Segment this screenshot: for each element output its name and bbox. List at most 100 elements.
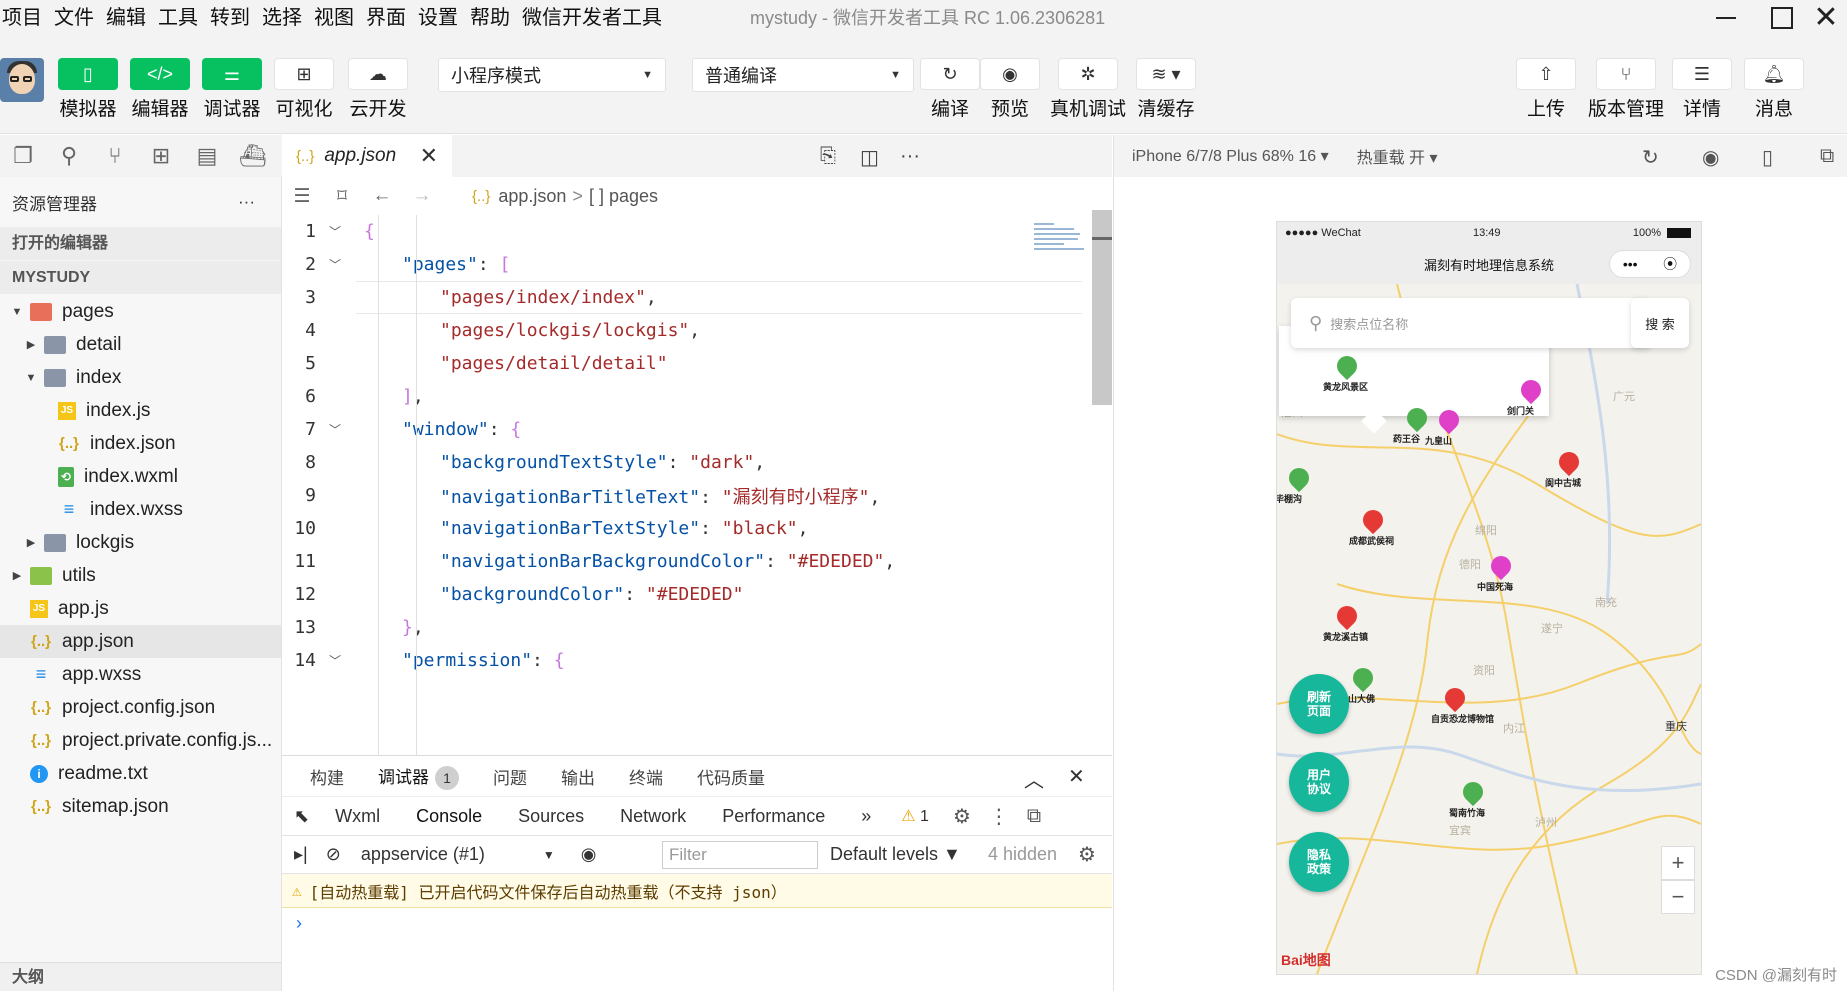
chevron-up-icon[interactable]: ︿ bbox=[1024, 764, 1044, 793]
tree-item[interactable]: {..} index.json bbox=[0, 427, 281, 460]
menu-item[interactable]: 帮助 bbox=[464, 0, 516, 36]
split-editor-icon[interactable]: ◫ bbox=[860, 145, 879, 170]
extensions-icon[interactable]: ⊞ bbox=[138, 143, 184, 169]
panel-tab[interactable]: 代码质量 bbox=[697, 764, 765, 789]
search-button[interactable]: 搜 索 bbox=[1631, 298, 1689, 348]
menu-item[interactable]: 文件 bbox=[48, 0, 100, 36]
project-section[interactable]: MYSTUDY bbox=[0, 261, 281, 294]
open-preview-icon[interactable]: ⎘ bbox=[820, 145, 836, 168]
tree-item[interactable]: ≡ app.wxss bbox=[0, 658, 281, 691]
warning-counter[interactable]: ⚠ 1 bbox=[901, 806, 929, 826]
panel-icon[interactable]: ▤ bbox=[184, 143, 230, 169]
minimize-button[interactable] bbox=[1706, 4, 1746, 32]
breadcrumb-file[interactable]: app.json bbox=[498, 186, 566, 207]
devtools-tab[interactable]: Console bbox=[416, 806, 482, 827]
menu-item[interactable]: 设置 bbox=[412, 0, 464, 36]
details-button[interactable]: ☰ 详情 bbox=[1672, 58, 1732, 121]
popout-icon[interactable]: ⧉ bbox=[1820, 145, 1834, 168]
compile-mode-select[interactable]: 普通编译 ▼ bbox=[692, 58, 914, 92]
devtools-settings-icon[interactable]: ⚙ bbox=[953, 804, 971, 829]
more-dots-icon[interactable]: ••• bbox=[1623, 256, 1638, 272]
bookmark-icon[interactable]: ⌑ bbox=[322, 185, 362, 208]
list-icon[interactable]: ☰ bbox=[282, 185, 322, 208]
panel-tab[interactable]: 输出 bbox=[561, 764, 595, 789]
visual-toggle[interactable]: ⊞ 可视化 bbox=[274, 58, 334, 121]
console-filter-input[interactable]: Filter bbox=[662, 841, 818, 869]
zoom-out-button[interactable]: − bbox=[1661, 880, 1695, 914]
menu-item[interactable]: 编辑 bbox=[100, 0, 152, 36]
version-button[interactable]: ⑂ 版本管理 bbox=[1588, 58, 1664, 121]
menu-item[interactable]: 工具 bbox=[152, 0, 204, 36]
forward-arrow-icon[interactable]: → bbox=[402, 185, 442, 207]
more-actions-icon[interactable]: ··· bbox=[900, 145, 920, 168]
tree-item[interactable]: ▼ index bbox=[0, 361, 281, 394]
panel-tab[interactable]: 终端 bbox=[629, 764, 663, 789]
panel-tab[interactable]: 构建 bbox=[310, 764, 344, 789]
maximize-button[interactable] bbox=[1762, 4, 1802, 32]
refresh-page-button[interactable]: 刷新页面 bbox=[1289, 674, 1349, 734]
search-icon[interactable]: ⚲ bbox=[46, 143, 92, 169]
phone-icon[interactable]: ▯ bbox=[1762, 145, 1773, 170]
breadcrumb-node[interactable]: [ ] pages bbox=[589, 186, 658, 207]
mode-select[interactable]: 小程序模式 ▼ bbox=[438, 58, 666, 92]
reload-icon[interactable]: ↻ bbox=[1642, 145, 1659, 170]
tree-item[interactable]: ▼ pages bbox=[0, 295, 281, 328]
close-window-button[interactable]: ✕ bbox=[1806, 3, 1846, 33]
tree-item[interactable]: ▶ utils bbox=[0, 559, 281, 592]
tree-item[interactable]: JS index.js bbox=[0, 394, 281, 427]
code-area[interactable]: 1 ﹀{2 ﹀ "pages": [3 "pages/index/index", 4 "pa… bbox=[282, 215, 1112, 755]
close-circle-icon[interactable]: ⦿ bbox=[1663, 254, 1677, 274]
menu-item[interactable]: 微信开发者工具 bbox=[516, 0, 668, 36]
files-icon[interactable]: ❐ bbox=[0, 143, 46, 169]
tree-item[interactable]: ▶ detail bbox=[0, 328, 281, 361]
fold-chevron-icon[interactable]: ﹀ bbox=[324, 223, 346, 240]
fold-chevron-icon[interactable]: ﹀ bbox=[324, 652, 346, 669]
tree-item[interactable]: {..} sitemap.json bbox=[0, 790, 281, 823]
editor-toggle[interactable]: </> 编辑器 bbox=[130, 58, 190, 121]
fold-chevron-icon[interactable]: ﹀ bbox=[324, 421, 346, 438]
open-editors-section[interactable]: 打开的编辑器 bbox=[0, 227, 281, 260]
minimap[interactable] bbox=[1034, 223, 1094, 273]
panel-tab[interactable]: 问题 bbox=[493, 764, 527, 789]
console-prompt[interactable]: › bbox=[282, 908, 1112, 938]
tree-item[interactable]: i readme.txt bbox=[0, 757, 281, 790]
zoom-in-button[interactable]: + bbox=[1661, 846, 1695, 880]
sidebar-toggle-icon[interactable]: ▸| bbox=[294, 844, 308, 865]
more-icon[interactable]: ··· bbox=[238, 192, 255, 212]
fold-chevron-icon[interactable]: ﹀ bbox=[324, 256, 346, 273]
tree-item[interactable]: {..} project.private.config.js... bbox=[0, 724, 281, 757]
simulator-toggle[interactable]: ▯ 模拟器 bbox=[58, 58, 118, 121]
clear-console-icon[interactable]: ⊘ bbox=[326, 844, 341, 865]
tab-app-json[interactable]: {..} app.json ✕ bbox=[282, 135, 452, 177]
tree-item[interactable]: {..} app.json bbox=[0, 625, 281, 658]
devtools-tab[interactable]: Wxml bbox=[335, 806, 380, 827]
cloud-button[interactable]: ☁ 云开发 bbox=[348, 58, 408, 121]
debugger-toggle[interactable]: ⚌ 调试器 bbox=[202, 58, 262, 121]
devtools-tab[interactable]: Network bbox=[620, 806, 686, 827]
preview-button[interactable]: ◉ 预览 bbox=[980, 58, 1040, 121]
menu-item[interactable]: 项目 bbox=[0, 0, 48, 36]
inspect-icon[interactable]: ⬉ bbox=[294, 806, 309, 827]
menu-item[interactable]: 视图 bbox=[308, 0, 360, 36]
devtools-tab[interactable]: Performance bbox=[722, 806, 825, 827]
device-select[interactable]: iPhone 6/7/8 Plus 68% 16 ▾ bbox=[1132, 146, 1329, 166]
close-tab-icon[interactable]: ✕ bbox=[420, 143, 438, 169]
messages-button[interactable]: 🔔︎ 消息 bbox=[1744, 58, 1804, 121]
upload-button[interactable]: ⇧ 上传 bbox=[1516, 58, 1576, 121]
compile-button[interactable]: ↻ 编译 bbox=[920, 58, 980, 121]
menu-item[interactable]: 转到 bbox=[204, 0, 256, 36]
hot-reload-select[interactable]: 热重载 开 ▾ bbox=[1357, 144, 1438, 168]
record-icon[interactable]: ◉ bbox=[1702, 145, 1719, 170]
outline-section[interactable]: 大纲 bbox=[0, 962, 281, 991]
dock-icon[interactable]: ⧉ bbox=[1027, 805, 1041, 828]
panel-tab[interactable]: 调试器 1 bbox=[378, 763, 459, 790]
tree-item[interactable]: {..} project.config.json bbox=[0, 691, 281, 724]
remote-debug-button[interactable]: ✲ 真机调试 bbox=[1050, 58, 1126, 121]
privacy-policy-button[interactable]: 隐私政策 bbox=[1289, 832, 1349, 892]
devtools-tab[interactable]: Sources bbox=[518, 806, 584, 827]
tree-item[interactable]: JS app.js bbox=[0, 592, 281, 625]
log-levels-select[interactable]: Default levels ▼ bbox=[830, 844, 961, 865]
kebab-menu-icon[interactable]: ⋮ bbox=[989, 804, 1009, 829]
console-settings-icon[interactable]: ⚙ bbox=[1078, 842, 1096, 867]
avatar[interactable] bbox=[0, 58, 44, 102]
